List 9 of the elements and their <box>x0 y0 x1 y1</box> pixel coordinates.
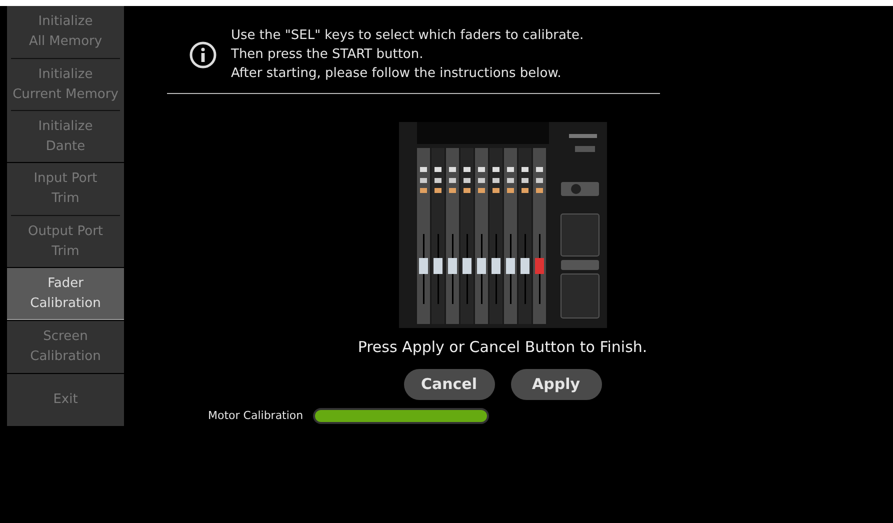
progress-label: Motor Calibration <box>208 408 304 424</box>
info-icon <box>189 40 217 68</box>
instruction-text: After starting, please follow the instructions below. <box>231 65 562 83</box>
finish-message: Press Apply or Cancel Button to Finish. <box>358 337 648 358</box>
dialog-button[interactable]: Cancel <box>404 368 494 400</box>
instruction-text: Use the "SEL" keys to select which faders to calibrate. <box>231 27 584 45</box>
dialog-button[interactable]: Apply <box>510 368 602 400</box>
sidebar-item[interactable]: Fader Calibration <box>7 268 124 320</box>
instruction-text: Then press the START button. <box>231 46 424 64</box>
